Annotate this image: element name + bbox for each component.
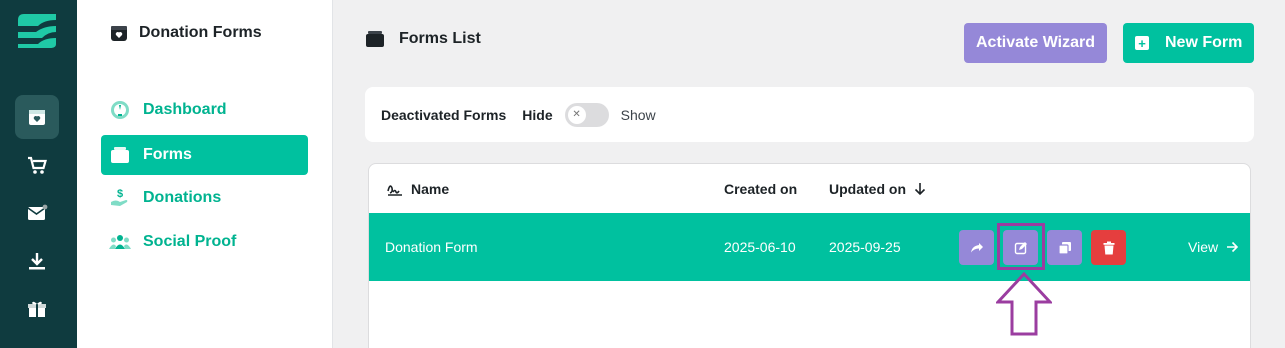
sidebar-item-donations[interactable]: $ Donations	[101, 178, 308, 218]
sidebar-item-label: Dashboard	[143, 101, 227, 118]
page-title: Forms List	[399, 30, 481, 47]
form-name-cell[interactable]: Donation Form	[385, 213, 478, 281]
rail-donation-forms-button[interactable]	[15, 95, 59, 139]
sidebar-header: Donation Forms	[109, 23, 262, 43]
sidebar-item-dashboard[interactable]: Dashboard	[101, 90, 308, 130]
activate-wizard-button[interactable]: Activate Wizard	[964, 23, 1107, 63]
annotation-up-arrow-icon	[996, 272, 1052, 336]
show-label: Show	[620, 106, 656, 123]
forms-icon	[109, 144, 131, 166]
forms-table: Name Created on Updated on Donation Form…	[368, 163, 1251, 348]
signature-icon	[387, 185, 402, 196]
hide-label: Hide	[522, 106, 553, 123]
filter-label: Deactivated Forms	[381, 106, 507, 123]
rail-cart-button[interactable]	[15, 143, 59, 187]
column-header-created[interactable]: Created on	[724, 164, 797, 214]
sidebar: Donation Forms Dashboard Forms $ Donatio…	[77, 0, 333, 348]
download-icon	[29, 253, 45, 270]
column-label: Created on	[724, 181, 798, 197]
sidebar-item-label: Social Proof	[143, 233, 237, 250]
rail-mail-button[interactable]	[15, 191, 59, 235]
donation-hand-icon: $	[109, 187, 131, 209]
edit-button-highlight	[997, 223, 1045, 270]
updated-date-cell: 2025-09-25	[829, 239, 901, 255]
donation-forms-icon	[111, 26, 127, 41]
share-icon	[970, 242, 983, 252]
sidebar-item-social-proof[interactable]: Social Proof	[101, 222, 308, 262]
app-rail	[0, 0, 77, 348]
people-icon	[109, 231, 131, 253]
column-header-updated[interactable]: Updated on	[829, 164, 926, 214]
mail-icon	[27, 204, 48, 220]
column-label: Name	[411, 181, 450, 197]
gift-icon	[28, 301, 46, 317]
new-form-button[interactable]: + New Form	[1123, 23, 1254, 63]
close-icon: ✕	[567, 105, 586, 124]
duplicate-button[interactable]	[1047, 230, 1082, 265]
deactivated-forms-filter: Deactivated Forms Hide ✕ Show	[365, 87, 1254, 142]
share-button[interactable]	[959, 230, 994, 265]
app-logo-icon[interactable]	[16, 12, 58, 50]
forms-list-icon	[366, 31, 384, 47]
column-header-name[interactable]: Name	[387, 164, 449, 214]
svg-text:$: $	[117, 188, 123, 200]
view-link[interactable]: View	[1188, 213, 1239, 281]
deactivated-forms-toggle[interactable]: ✕	[564, 102, 609, 127]
sidebar-item-label: Forms	[143, 146, 192, 163]
trash-icon	[1103, 241, 1114, 254]
gift-box-icon	[29, 110, 45, 125]
created-date-cell: 2025-06-10	[724, 239, 796, 255]
new-form-label: New Form	[1165, 34, 1243, 51]
sidebar-item-label: Donations	[143, 189, 222, 206]
sort-down-arrow-icon	[914, 183, 926, 196]
sidebar-title: Donation Forms	[139, 24, 262, 41]
cart-icon	[28, 156, 47, 174]
table-row[interactable]: Donation Form 2025-06-10 2025-09-25 View	[369, 213, 1250, 281]
plus-icon: +	[1135, 36, 1149, 50]
delete-button[interactable]	[1091, 230, 1126, 265]
dashboard-icon	[109, 99, 131, 121]
rail-gift-button[interactable]	[15, 287, 59, 331]
column-label: Updated on	[829, 181, 906, 197]
duplicate-icon	[1057, 241, 1071, 255]
page-header: Forms List	[365, 30, 481, 48]
rail-download-button[interactable]	[15, 239, 59, 283]
sidebar-item-forms[interactable]: Forms	[101, 135, 308, 175]
view-label: View	[1188, 239, 1219, 255]
arrow-right-icon	[1227, 241, 1239, 253]
